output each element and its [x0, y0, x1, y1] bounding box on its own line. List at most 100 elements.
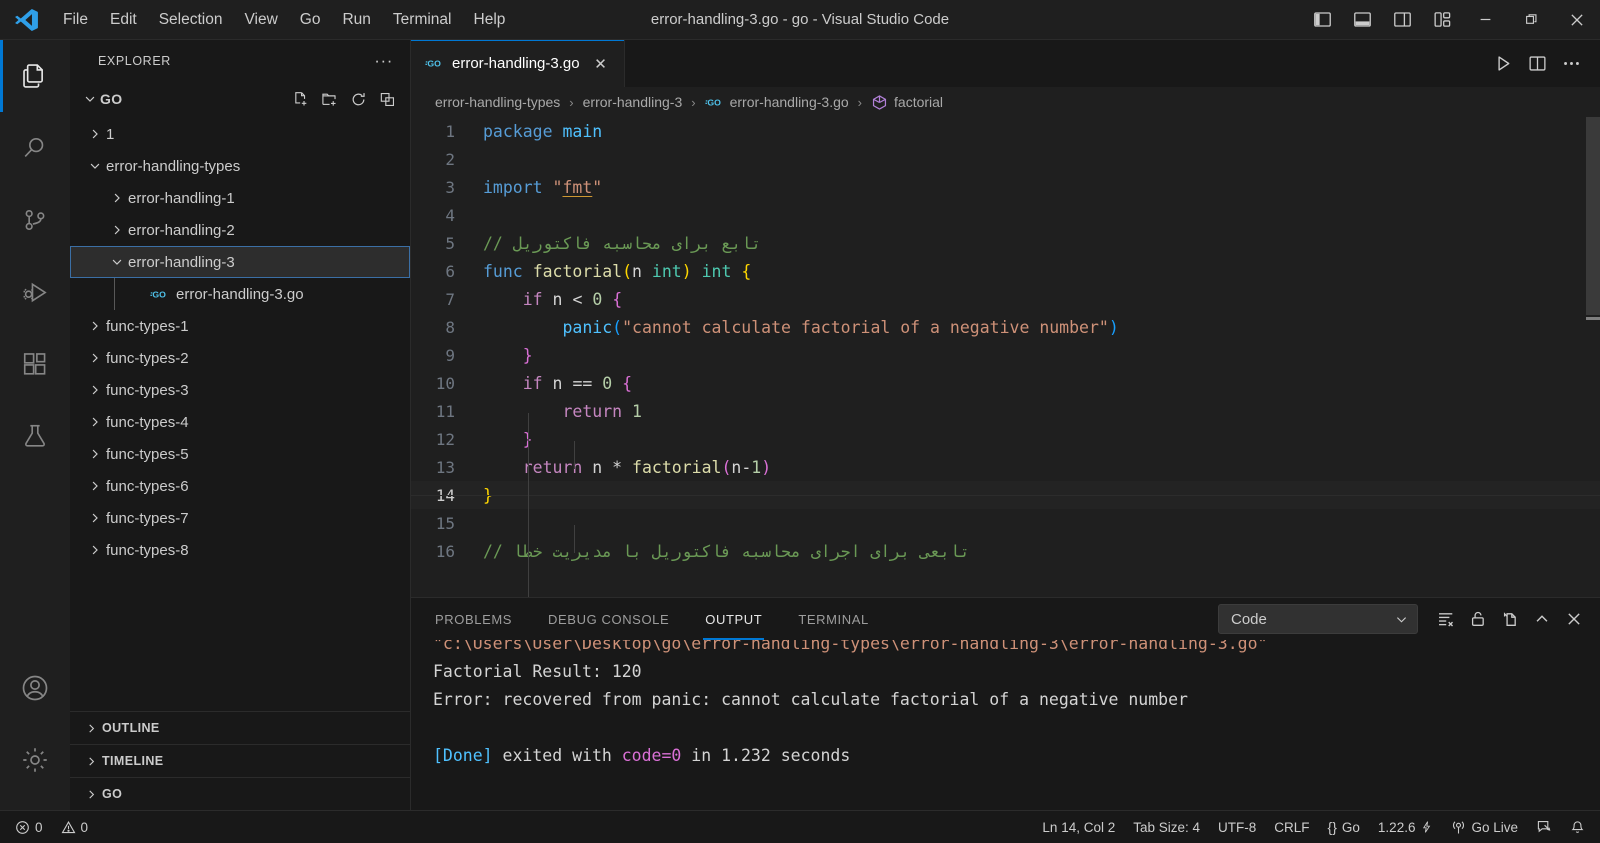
- sidebar-section-go[interactable]: GO: [70, 777, 410, 810]
- menu-selection[interactable]: Selection: [148, 5, 234, 35]
- maximize-panel-icon[interactable]: [1528, 605, 1556, 633]
- menu-terminal[interactable]: Terminal: [382, 5, 463, 35]
- restore-button[interactable]: [1508, 0, 1554, 40]
- tree-item-error-handling-3[interactable]: error-handling-3: [70, 246, 410, 278]
- chevron-right-icon[interactable]: [84, 351, 106, 365]
- code-line[interactable]: 9 }: [411, 341, 1600, 369]
- status-eol[interactable]: CRLF: [1265, 820, 1318, 835]
- code-line[interactable]: 10 if n == 0 {: [411, 369, 1600, 397]
- status-go-live[interactable]: Go Live: [1442, 820, 1527, 835]
- chevron-right-icon[interactable]: [106, 191, 128, 205]
- panel-tab-terminal[interactable]: TERMINAL: [796, 598, 871, 640]
- code-line[interactable]: 15: [411, 509, 1600, 537]
- tree-item-func-types-7[interactable]: func-types-7: [70, 502, 410, 534]
- tree-item-error-handling-3-go[interactable]: GO error-handling-3.go: [70, 278, 410, 310]
- output-view[interactable]: "c:\Users\User\Desktop\go\error-handling…: [411, 640, 1600, 810]
- run-code-icon[interactable]: [1488, 49, 1518, 79]
- workspace-root-row[interactable]: GO: [70, 82, 410, 116]
- code-line[interactable]: 11 return 1: [411, 397, 1600, 425]
- sidebar-more-actions-icon[interactable]: ···: [367, 52, 400, 70]
- code-line[interactable]: 14}: [411, 481, 1600, 509]
- breadcrumb-item-error-handling-3-go[interactable]: GO error-handling-3.go: [703, 93, 851, 112]
- code-line[interactable]: 13 return n * factorial(n-1): [411, 453, 1600, 481]
- chevron-right-icon[interactable]: [84, 415, 106, 429]
- toggle-secondary-sidebar-icon[interactable]: [1382, 0, 1422, 40]
- code-line[interactable]: 16 // تابعی برای اجرای محاسبه فاکتوریل با…: [411, 537, 1600, 565]
- panel-tab-debug-console[interactable]: DEBUG CONSOLE: [546, 598, 671, 640]
- tree-item-func-types-1[interactable]: func-types-1: [70, 310, 410, 342]
- menu-edit[interactable]: Edit: [99, 5, 148, 35]
- output-channel-select[interactable]: Code: [1218, 604, 1418, 634]
- run-and-debug-icon[interactable]: [0, 256, 70, 328]
- turn-on-auto-scrolling-icon[interactable]: [1464, 605, 1492, 633]
- chevron-right-icon[interactable]: [84, 383, 106, 397]
- code-editor[interactable]: 1 package main 2 3 import "fmt" 4 5 // تابع برا…: [411, 117, 1600, 597]
- new-file-icon[interactable]: [287, 86, 313, 112]
- tree-item-error-handling-2[interactable]: error-handling-2: [70, 214, 410, 246]
- tree-item-1[interactable]: 1: [70, 118, 410, 150]
- code-line[interactable]: 3 import "fmt": [411, 173, 1600, 201]
- chevron-right-icon[interactable]: [84, 479, 106, 493]
- breadcrumb-item-error-handling-types[interactable]: error-handling-types: [433, 94, 562, 110]
- editor-scrollbar-thumb[interactable]: [1586, 117, 1600, 315]
- code-line[interactable]: 1 package main: [411, 117, 1600, 145]
- chevron-right-icon[interactable]: [84, 543, 106, 557]
- status-notifications[interactable]: [1561, 820, 1594, 835]
- chevron-right-icon[interactable]: [84, 127, 106, 141]
- split-editor-icon[interactable]: [1522, 49, 1552, 79]
- editor-tab-error-handling-3-go[interactable]: GO error-handling-3.go ✕: [411, 40, 625, 87]
- tree-item-func-types-3[interactable]: func-types-3: [70, 374, 410, 406]
- code-line[interactable]: 6 func factorial(n int) int {: [411, 257, 1600, 285]
- status-tab-size[interactable]: Tab Size: 4: [1124, 820, 1209, 835]
- chevron-right-icon[interactable]: [84, 319, 106, 333]
- status-encoding[interactable]: UTF-8: [1209, 820, 1265, 835]
- close-button[interactable]: [1554, 0, 1600, 40]
- tree-item-func-types-2[interactable]: func-types-2: [70, 342, 410, 374]
- status-language-mode[interactable]: {} Go: [1319, 819, 1369, 835]
- tree-item-func-types-8[interactable]: func-types-8: [70, 534, 410, 566]
- tree-item-error-handling-types[interactable]: error-handling-types: [70, 150, 410, 182]
- menu-view[interactable]: View: [233, 5, 288, 35]
- customize-layout-icon[interactable]: [1422, 0, 1462, 40]
- code-line[interactable]: 8 panic("cannot calculate factorial of a…: [411, 313, 1600, 341]
- source-control-icon[interactable]: [0, 184, 70, 256]
- status-go-version[interactable]: 1.22.6: [1369, 820, 1443, 835]
- code-line[interactable]: 12 }: [411, 425, 1600, 453]
- close-icon[interactable]: ✕: [588, 51, 614, 77]
- chevron-right-icon[interactable]: [84, 447, 106, 461]
- more-actions-icon[interactable]: [1556, 49, 1586, 79]
- explorer-icon[interactable]: [0, 40, 70, 112]
- close-panel-icon[interactable]: [1560, 605, 1588, 633]
- chevron-down-icon[interactable]: [84, 159, 106, 173]
- code-line[interactable]: 7 if n < 0 {: [411, 285, 1600, 313]
- settings-gear-icon[interactable]: [0, 724, 70, 796]
- breadcrumb-item-factorial[interactable]: factorial: [869, 94, 945, 111]
- breadcrumb-item-error-handling-3[interactable]: error-handling-3: [581, 94, 685, 110]
- tree-item-error-handling-1[interactable]: error-handling-1: [70, 182, 410, 214]
- editor-scrollbar[interactable]: [1586, 117, 1600, 597]
- search-icon[interactable]: [0, 112, 70, 184]
- toggle-panel-icon[interactable]: [1342, 0, 1382, 40]
- extensions-icon[interactable]: [0, 328, 70, 400]
- menu-go[interactable]: Go: [289, 5, 332, 35]
- code-line[interactable]: 5 // تابع برای محاسبه فاکتوریل: [411, 229, 1600, 257]
- status-warnings[interactable]: 0: [52, 820, 98, 835]
- menu-help[interactable]: Help: [463, 5, 517, 35]
- tree-item-func-types-5[interactable]: func-types-5: [70, 438, 410, 470]
- collapse-folders-icon[interactable]: [374, 86, 400, 112]
- new-folder-icon[interactable]: [316, 86, 342, 112]
- code-line[interactable]: 2: [411, 145, 1600, 173]
- accounts-icon[interactable]: [0, 652, 70, 724]
- menu-run[interactable]: Run: [331, 5, 381, 35]
- sidebar-section-timeline[interactable]: TIMELINE: [70, 744, 410, 777]
- status-remote-feedback[interactable]: [1527, 819, 1561, 835]
- panel-tab-problems[interactable]: PROBLEMS: [433, 598, 514, 640]
- open-output-in-editor-icon[interactable]: [1496, 605, 1524, 633]
- refresh-explorer-icon[interactable]: [345, 86, 371, 112]
- clear-output-icon[interactable]: [1432, 605, 1460, 633]
- chevron-right-icon[interactable]: [106, 223, 128, 237]
- tree-item-func-types-4[interactable]: func-types-4: [70, 406, 410, 438]
- menu-file[interactable]: File: [52, 5, 99, 35]
- chevron-down-icon[interactable]: [106, 255, 128, 269]
- code-line[interactable]: 4: [411, 201, 1600, 229]
